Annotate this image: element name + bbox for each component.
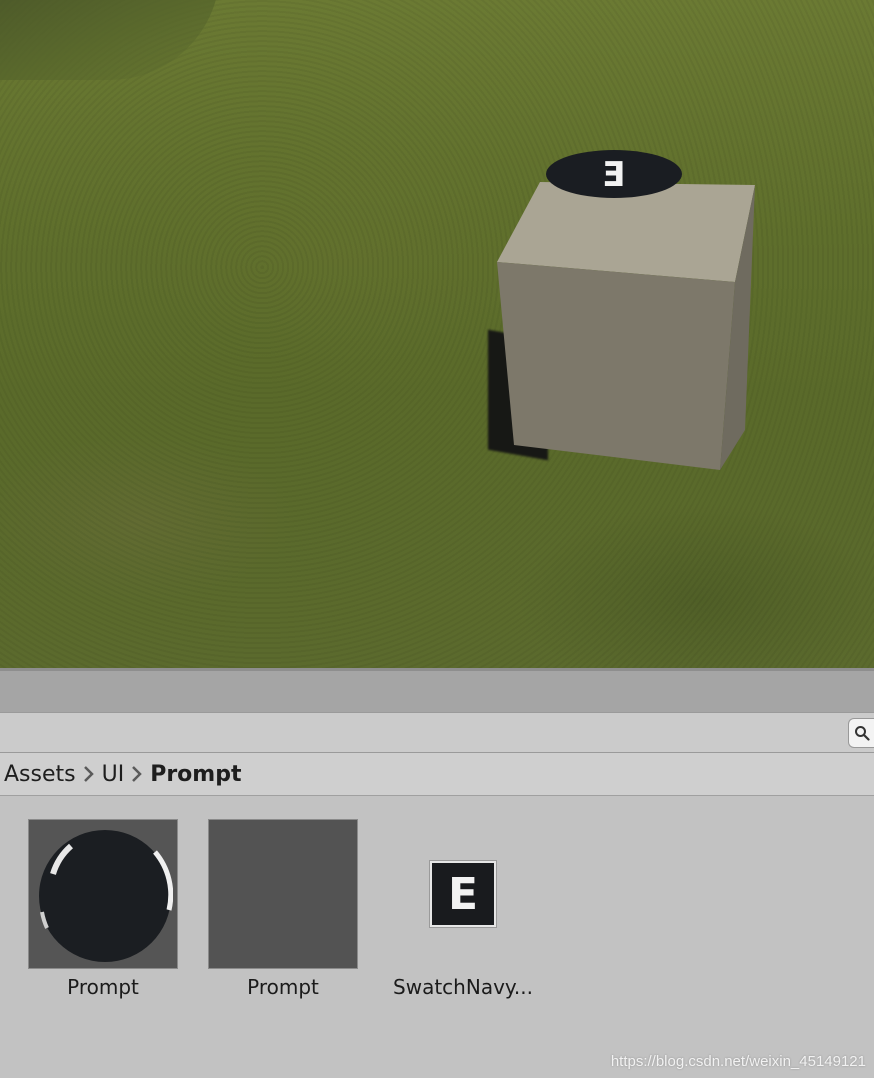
- prompt-billboard: E: [546, 150, 682, 198]
- asset-item-prefab[interactable]: Prompt: [193, 819, 373, 999]
- material-preview: [28, 819, 178, 969]
- cube-front-face: [497, 262, 735, 470]
- chevron-right-icon: [124, 753, 150, 796]
- project-toolbar: [0, 712, 874, 753]
- sphere-preview-icon: [39, 830, 173, 962]
- watermark: https://blog.csdn.net/weixin_45149121: [610, 1053, 866, 1070]
- asset-grid: Prompt Prompt E SwatchNavy... https://bl…: [0, 797, 874, 1078]
- breadcrumb: Assets UI Prompt: [0, 753, 874, 796]
- asset-item-material[interactable]: Prompt: [13, 819, 193, 999]
- asset-label: Prompt: [67, 975, 139, 999]
- cube-object[interactable]: E: [480, 140, 770, 480]
- asset-label: SwatchNavy...: [393, 975, 533, 999]
- asset-item-texture[interactable]: E SwatchNavy...: [373, 819, 553, 999]
- texture-preview: E: [388, 819, 538, 969]
- asset-label: Prompt: [247, 975, 319, 999]
- texture-glyph: E: [447, 868, 479, 920]
- project-panel-header: [0, 668, 874, 712]
- prefab-preview: [208, 819, 358, 969]
- search-icon: [854, 726, 870, 741]
- breadcrumb-assets[interactable]: Assets: [4, 753, 76, 796]
- texture-e-icon: E: [430, 861, 496, 927]
- breadcrumb-prompt[interactable]: Prompt: [150, 753, 241, 796]
- breadcrumb-ui[interactable]: UI: [102, 753, 125, 796]
- scene-view[interactable]: E: [0, 0, 874, 668]
- search-button[interactable]: [848, 718, 874, 748]
- chevron-right-icon: [76, 753, 102, 796]
- prompt-glyph: E: [602, 155, 625, 195]
